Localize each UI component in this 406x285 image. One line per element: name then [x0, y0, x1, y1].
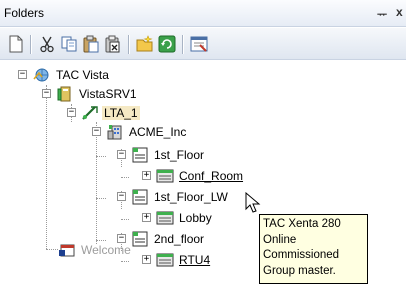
controller-icon: [156, 169, 174, 183]
vista-globe-icon: [33, 68, 49, 82]
pin-icon[interactable]: ᅲ: [377, 6, 387, 22]
building-icon: [107, 125, 122, 140]
server-icon: [57, 86, 71, 102]
new-icon[interactable]: [7, 35, 25, 53]
tree-node-label: RTU4: [179, 253, 211, 267]
tree-node-label: 1st_Floor_LW: [154, 190, 228, 204]
tooltip-line: Group master.: [263, 264, 336, 277]
collapse-toggle[interactable]: −: [92, 127, 101, 136]
tree-node-conf-room[interactable]: Conf_Room: [156, 167, 245, 185]
tree-node-lobby[interactable]: Lobby: [156, 209, 214, 227]
tree-node-label: Lobby: [179, 211, 212, 225]
welcome-page-icon: [59, 244, 75, 257]
tree-node-label: ACME_Inc: [129, 125, 187, 139]
tree-node-lta-1[interactable]: LTA_1: [81, 104, 140, 122]
delete-icon[interactable]: [104, 35, 122, 53]
tooltip-line: Commissioned: [263, 249, 340, 261]
tree-node-welcome[interactable]: Welcome: [58, 241, 133, 259]
collapse-toggle[interactable]: −: [117, 150, 126, 159]
tree-node-tac-vista[interactable]: TAC Vista: [33, 66, 111, 84]
tree-node-label: 1st_Floor: [154, 148, 205, 162]
tree-node-1st-floor[interactable]: 1st_Floor: [131, 146, 206, 164]
tree-node-rtu4[interactable]: RTU4: [156, 251, 212, 269]
tree-node-label: Welcome: [81, 243, 131, 257]
network-icon: [82, 106, 98, 120]
new-folder-icon[interactable]: [136, 35, 154, 53]
tree-node-label: LTA_1: [102, 106, 140, 120]
collapse-toggle[interactable]: −: [18, 70, 27, 79]
device-tooltip: TAC Xenta 280 Online Commissioned Group …: [259, 214, 368, 284]
toolbar-separator: [182, 35, 183, 54]
properties-icon[interactable]: [190, 35, 208, 53]
toolbar-separator: [30, 35, 31, 54]
collapse-toggle[interactable]: −: [42, 89, 51, 98]
tree-node-label: 2nd_floor: [154, 232, 205, 246]
floor-icon: [132, 189, 148, 205]
panel-header: Folders ᅲ x: [0, 0, 406, 27]
copy-icon[interactable]: [60, 35, 78, 53]
expand-toggle[interactable]: +: [142, 255, 151, 264]
paste-icon[interactable]: [82, 35, 100, 53]
controller-icon: [156, 253, 174, 267]
tree-node-vistasrv1[interactable]: VistaSRV1: [56, 85, 139, 103]
tree-node-acme-inc[interactable]: ACME_Inc: [106, 123, 188, 141]
floor-icon: [132, 231, 148, 247]
cut-icon[interactable]: [38, 35, 56, 53]
tree-node-1st-floor-lw[interactable]: 1st_Floor_LW: [131, 188, 230, 206]
tree-node-label: VistaSRV1: [79, 87, 137, 101]
floor-icon: [132, 147, 148, 163]
refresh-icon[interactable]: [158, 35, 176, 53]
tree-node-label: Conf_Room: [179, 169, 244, 183]
collapse-toggle[interactable]: −: [117, 192, 126, 201]
close-icon[interactable]: x: [396, 5, 403, 19]
toolbar-separator: [128, 35, 129, 54]
tooltip-line: TAC Xenta 280: [263, 218, 341, 230]
tooltip-line: Online: [263, 233, 297, 246]
panel-title: Folders: [4, 6, 45, 20]
tree-node-label: TAC Vista: [56, 68, 109, 82]
toolbar: [0, 28, 406, 60]
expand-toggle[interactable]: +: [142, 171, 151, 180]
tree-node-2nd-floor[interactable]: 2nd_floor: [131, 230, 206, 248]
collapse-toggle[interactable]: −: [67, 108, 76, 117]
mouse-pointer-icon: [245, 192, 261, 213]
expand-toggle[interactable]: +: [142, 213, 151, 222]
controller-icon: [156, 211, 174, 225]
